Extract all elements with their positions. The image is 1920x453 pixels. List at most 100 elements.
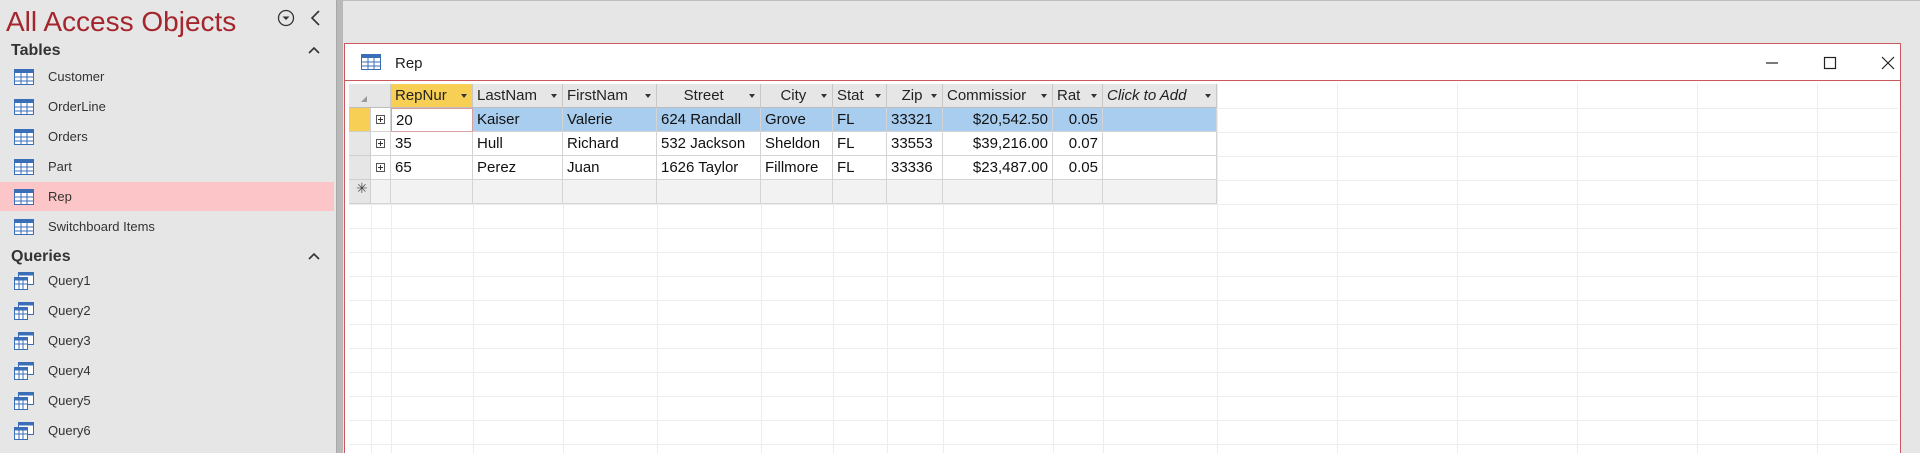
sort-filter-dropdown-icon[interactable] (645, 94, 651, 98)
nav-table-item-switchboard-items[interactable]: Switchboard Items (0, 212, 334, 241)
cell-zip[interactable]: 33553 (887, 132, 943, 156)
column-header-city[interactable]: City (761, 84, 833, 108)
column-header-street[interactable]: Street (657, 84, 761, 108)
new-record-cell[interactable] (1103, 180, 1217, 204)
nav-table-item-customer[interactable]: Customer (0, 62, 334, 91)
column-header-stat[interactable]: Stat (833, 84, 887, 108)
nav-pane-splitter[interactable] (336, 0, 343, 453)
cell-zip[interactable]: 33321 (887, 108, 943, 132)
new-record-cell[interactable] (1053, 180, 1103, 204)
cell-stat[interactable]: FL (833, 108, 887, 132)
maximize-button[interactable] (1810, 50, 1850, 76)
cell-lastnam[interactable]: Hull (473, 132, 563, 156)
record-selector[interactable]: ✳ (349, 180, 371, 204)
nav-group-label: Queries (11, 248, 71, 265)
new-record-cell[interactable] (473, 180, 563, 204)
table-icon (14, 98, 36, 116)
sort-filter-dropdown-icon[interactable] (875, 94, 881, 98)
cell-stat[interactable]: FL (833, 156, 887, 180)
chevron-up-icon[interactable] (306, 42, 322, 58)
nav-query-item-query4[interactable]: Query4 (0, 356, 334, 385)
sort-filter-dropdown-icon[interactable] (1091, 94, 1097, 98)
cell-lastnam[interactable]: Kaiser (473, 108, 563, 132)
expand-plus-icon[interactable] (376, 163, 385, 172)
new-record-cell[interactable] (761, 180, 833, 204)
chevron-left-icon[interactable] (306, 8, 326, 28)
column-header-label: Click to Add (1107, 87, 1187, 104)
nav-table-item-orderline[interactable]: OrderLine (0, 92, 334, 121)
nav-query-item-query6[interactable]: Query6 (0, 416, 334, 445)
nav-query-item-query2[interactable]: Query2 (0, 296, 334, 325)
nav-query-item-query5[interactable]: Query5 (0, 386, 334, 415)
cell-rat[interactable]: 0.05 (1053, 156, 1103, 180)
sort-filter-dropdown-icon[interactable] (461, 94, 467, 98)
cell-click-to-add[interactable] (1103, 132, 1217, 156)
cell-lastnam[interactable]: Perez (473, 156, 563, 180)
new-record-cell[interactable] (887, 180, 943, 204)
window-title-bar[interactable]: Rep (345, 44, 1900, 81)
cell-zip[interactable]: 33336 (887, 156, 943, 180)
column-header-commissior[interactable]: Commissior (943, 84, 1053, 108)
cell-rat[interactable]: 0.07 (1053, 132, 1103, 156)
sort-filter-dropdown-icon[interactable] (749, 94, 755, 98)
cell-firstnam[interactable]: Richard (563, 132, 657, 156)
cell-rat[interactable]: 0.05 (1053, 108, 1103, 132)
nav-table-item-rep[interactable]: Rep (0, 182, 334, 211)
column-header-repnur[interactable]: RepNur (391, 84, 473, 108)
sort-filter-dropdown-icon[interactable] (551, 94, 557, 98)
cell-city[interactable]: Grove (761, 108, 833, 132)
minimize-button[interactable] (1752, 50, 1792, 76)
column-header-lastnam[interactable]: LastNam (473, 84, 563, 108)
cell-commissior[interactable]: $39,216.00 (943, 132, 1053, 156)
nav-query-item-query3[interactable]: Query3 (0, 326, 334, 355)
column-header-click-to-add[interactable]: Click to Add (1103, 84, 1217, 108)
table-icon (361, 54, 381, 75)
chevron-up-icon[interactable] (306, 248, 322, 264)
cell-firstnam[interactable]: Valerie (563, 108, 657, 132)
nav-item-label: Switchboard Items (48, 219, 155, 234)
cell-commissior[interactable]: $20,542.50 (943, 108, 1053, 132)
new-record-cell[interactable] (657, 180, 761, 204)
cell-street[interactable]: 532 Jackson (657, 132, 761, 156)
record-selector[interactable] (349, 108, 371, 132)
cell-city[interactable]: Fillmore (761, 156, 833, 180)
new-record-cell[interactable] (833, 180, 887, 204)
new-record-cell[interactable] (563, 180, 657, 204)
cell-commissior[interactable]: $23,487.00 (943, 156, 1053, 180)
cell-click-to-add[interactable] (1103, 156, 1217, 180)
column-header-rat[interactable]: Rat (1053, 84, 1103, 108)
sort-filter-dropdown-icon[interactable] (1205, 94, 1211, 98)
sort-filter-dropdown-icon[interactable] (931, 94, 937, 98)
column-header-zip[interactable]: Zip (887, 84, 943, 108)
record-selector[interactable] (349, 156, 371, 180)
cell-stat[interactable]: FL (833, 132, 887, 156)
cell-city[interactable]: Sheldon (761, 132, 833, 156)
sort-filter-dropdown-icon[interactable] (821, 94, 827, 98)
nav-query-item-query1[interactable]: Query1 (0, 266, 334, 295)
cell-street[interactable]: 1626 Taylor (657, 156, 761, 180)
column-header-firstnam[interactable]: FirstNam (563, 84, 657, 108)
close-button[interactable] (1868, 50, 1908, 76)
query-icon (14, 301, 36, 320)
query-icon (14, 271, 36, 290)
column-header-label: RepNur (395, 87, 447, 104)
new-record-cell[interactable] (943, 180, 1053, 204)
cell-repnur[interactable]: 65 (391, 156, 473, 180)
nav-table-item-orders[interactable]: Orders (0, 122, 334, 151)
cell-repnur[interactable]: 20 (391, 108, 473, 132)
cell-click-to-add[interactable] (1103, 108, 1217, 132)
expand-plus-icon[interactable] (376, 115, 385, 124)
cell-repnur[interactable]: 35 (391, 132, 473, 156)
dropdown-circle-icon[interactable] (276, 8, 296, 28)
nav-group-tables[interactable]: Tables (0, 38, 336, 64)
new-record-cell[interactable] (391, 180, 473, 204)
sort-filter-dropdown-icon[interactable] (1041, 94, 1047, 98)
table-icon (14, 128, 36, 146)
record-selector[interactable] (349, 132, 371, 156)
nav-table-item-part[interactable]: Part (0, 152, 334, 181)
cell-firstnam[interactable]: Juan (563, 156, 657, 180)
cell-street[interactable]: 624 Randall (657, 108, 761, 132)
select-all-corner[interactable] (349, 84, 391, 108)
nav-pane-title[interactable]: All Access Objects (6, 6, 236, 38)
expand-plus-icon[interactable] (376, 139, 385, 148)
